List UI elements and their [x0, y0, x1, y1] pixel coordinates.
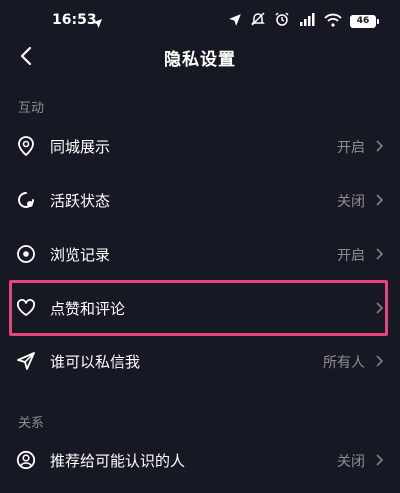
- section-header-interaction: 互动: [18, 101, 45, 116]
- location-arrow-icon: [228, 12, 242, 31]
- chevron-right-icon: [376, 248, 384, 260]
- chevron-right-icon: [376, 355, 384, 367]
- mute-bell-icon: [250, 11, 266, 31]
- location-pin-icon: [16, 136, 36, 156]
- row-direct-message[interactable]: 谁可以私信我 所有人: [0, 337, 400, 385]
- row-label: 浏览记录: [50, 246, 111, 264]
- section-header-relationship: 关系: [18, 416, 45, 431]
- row-label: 活跃状态: [50, 192, 111, 210]
- row-value: 关闭: [337, 194, 365, 210]
- active-status-icon: [16, 190, 36, 210]
- row-recommend-contacts[interactable]: 推荐给可能认识的人 关闭: [0, 436, 400, 484]
- wifi-icon: [324, 12, 342, 31]
- nav-bar: 隐私设置: [0, 36, 400, 76]
- row-label: 同城展示: [50, 138, 111, 156]
- send-icon: [16, 351, 36, 371]
- chevron-right-icon: [376, 194, 384, 206]
- row-value: 关闭: [337, 454, 365, 470]
- row-active-status[interactable]: 活跃状态 关闭: [0, 176, 400, 224]
- eye-icon: [16, 244, 36, 264]
- highlight-annotation: [9, 280, 388, 336]
- row-browse-history[interactable]: 浏览记录 开启: [0, 230, 400, 278]
- user-circle-icon: [16, 450, 36, 470]
- battery-indicator: 46: [350, 14, 379, 28]
- row-value: 开启: [337, 248, 365, 264]
- chevron-right-icon: [376, 454, 384, 466]
- row-label: 推荐给可能认识的人: [50, 452, 186, 470]
- status-icons: 46: [228, 11, 379, 31]
- cellular-signal-icon: [298, 12, 316, 31]
- location-arrow-icon: [92, 14, 103, 33]
- status-bar: 16:53 46: [0, 0, 400, 40]
- chevron-right-icon: [376, 140, 384, 152]
- page-title: 隐私设置: [164, 50, 236, 70]
- status-time: 16:53: [52, 12, 97, 28]
- row-value: 开启: [337, 140, 365, 156]
- row-value: 所有人: [323, 355, 365, 371]
- row-local-display[interactable]: 同城展示 开启: [0, 122, 400, 170]
- alarm-clock-icon: [274, 11, 290, 31]
- row-label: 谁可以私信我: [50, 353, 141, 371]
